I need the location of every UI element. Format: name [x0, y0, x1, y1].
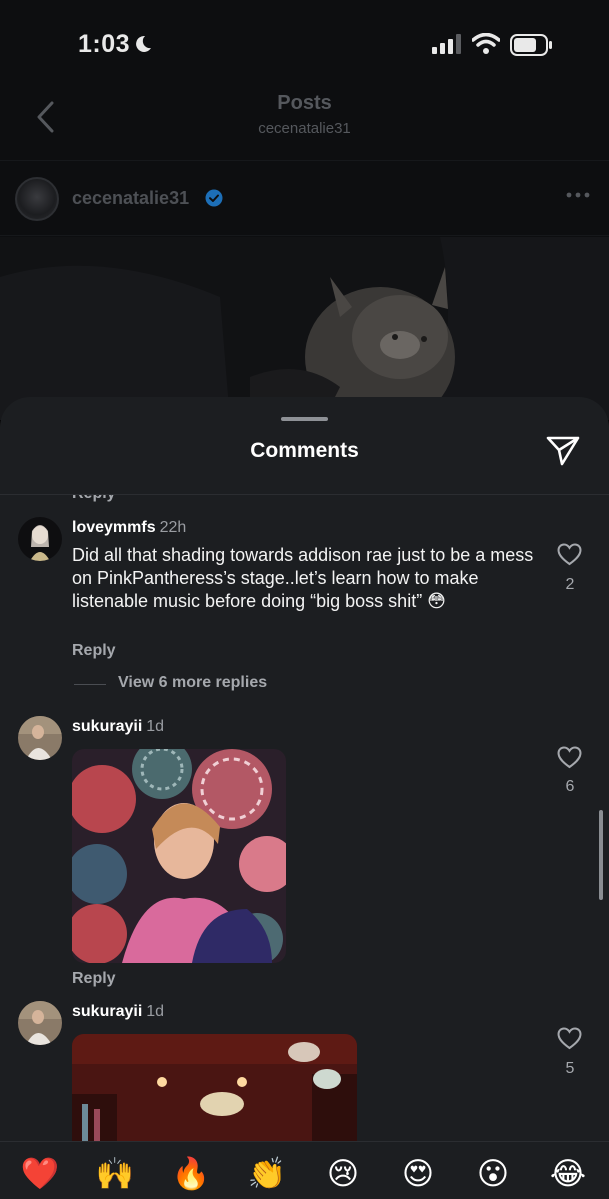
post-image	[0, 237, 609, 420]
scrollbar-thumb[interactable]	[599, 810, 603, 900]
like-count: 5	[565, 1060, 575, 1077]
emoji-heart-eyes[interactable]: 😍	[398, 1154, 438, 1194]
moon-icon	[136, 35, 151, 52]
replies-thread-line	[74, 684, 106, 685]
view-more-replies-label[interactable]: View 6 more replies	[118, 674, 267, 692]
emoji-red-heart[interactable]: ❤️	[20, 1154, 60, 1194]
comment-gif[interactable]	[72, 1034, 357, 1141]
emoji-raising-hands[interactable]: 🙌	[95, 1154, 135, 1194]
verified-badge-icon	[205, 189, 223, 207]
commenter-avatar[interactable]	[18, 1001, 62, 1045]
like-count: 6	[565, 778, 575, 795]
reply-button[interactable]: Reply	[72, 970, 116, 988]
commenter-username[interactable]: loveymmfs	[72, 519, 156, 536]
comments-sheet: Comments Reply loveymmfs22h Did all that…	[0, 397, 609, 1199]
heart-icon[interactable]	[557, 1027, 582, 1050]
commenter-avatar[interactable]	[18, 517, 62, 561]
top-nav: Posts cecenatalie31	[0, 88, 609, 160]
more-options-icon[interactable]	[566, 191, 590, 199]
emoji-surprised-face[interactable]: 😮	[473, 1154, 513, 1194]
share-send-icon[interactable]	[545, 434, 581, 468]
comment-text: Did all that shading towards addison rae…	[72, 545, 534, 611]
comment-timestamp: 1d	[146, 1003, 165, 1020]
nav-subtitle: cecenatalie31	[258, 120, 351, 137]
comments-list[interactable]: Reply loveymmfs22h Did all that shading …	[0, 495, 609, 1141]
post-author-avatar[interactable]	[15, 177, 59, 221]
reply-button[interactable]: Reply	[72, 495, 116, 503]
comment-timestamp: 22h	[159, 519, 187, 536]
status-bar: 1:03	[0, 0, 609, 88]
nav-title: Posts	[277, 92, 332, 114]
status-time: 1:03	[78, 30, 131, 58]
comment-gif[interactable]	[72, 749, 286, 963]
emoji-crying-face[interactable]: 😢	[323, 1154, 363, 1194]
post-author-username[interactable]: cecenatalie31	[72, 188, 189, 209]
post-page-background: 1:03 Posts cecenatalie31 cecenatalie31	[0, 0, 609, 420]
commenter-username[interactable]: sukurayii	[72, 718, 142, 735]
emoji-tears-of-joy[interactable]: 😂	[548, 1154, 588, 1194]
battery-icon	[510, 34, 552, 56]
cat-photo	[0, 237, 609, 420]
commenter-avatar[interactable]	[18, 716, 62, 760]
post-header: cecenatalie31	[0, 160, 609, 236]
heart-icon[interactable]	[557, 746, 582, 769]
reply-button[interactable]: Reply	[72, 642, 116, 660]
comment-timestamp: 1d	[146, 718, 165, 735]
emoji-clapping-hands[interactable]: 👏	[247, 1154, 287, 1194]
emoji-fire[interactable]: 🔥	[171, 1154, 211, 1194]
emoji-reaction-bar: ❤️ 🙌 🔥 👏 😢 😍 😮 😂	[0, 1141, 609, 1199]
commenter-username[interactable]: sukurayii	[72, 1003, 142, 1020]
wifi-icon	[472, 33, 500, 54]
sheet-grabber-handle[interactable]	[281, 417, 328, 421]
signal-icon	[432, 34, 461, 54]
sheet-title: Comments	[250, 439, 359, 462]
heart-icon[interactable]	[557, 543, 582, 566]
like-count: 2	[565, 576, 575, 593]
